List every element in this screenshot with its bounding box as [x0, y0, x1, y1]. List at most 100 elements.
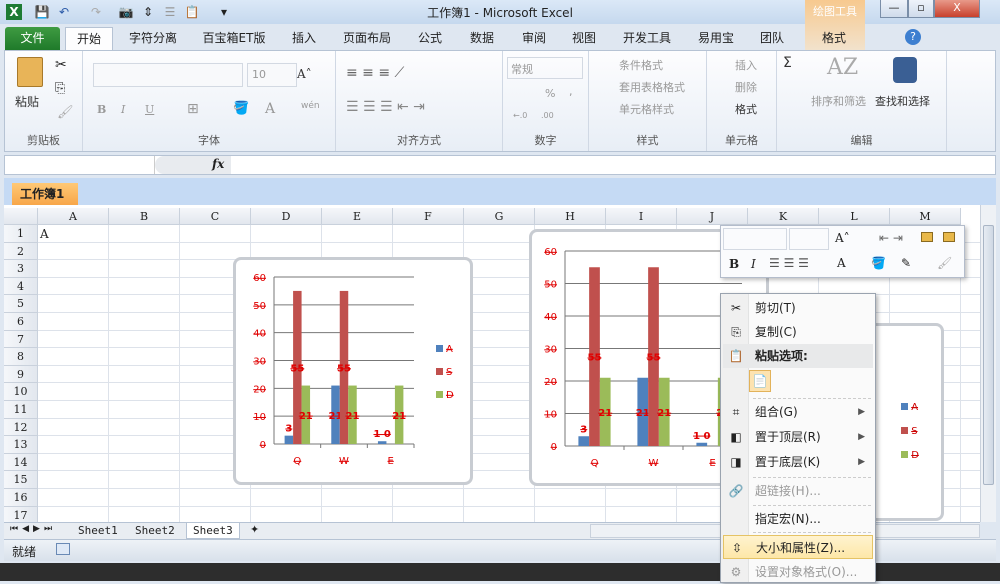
- column-header[interactable]: I: [606, 208, 677, 225]
- autosum-button[interactable]: Σ: [783, 55, 792, 71]
- sort-icon[interactable]: ⇕: [140, 4, 156, 20]
- column-header[interactable]: L: [819, 208, 890, 225]
- tab-team[interactable]: 团队: [752, 27, 792, 50]
- menu-item-cut[interactable]: ✂ 剪切(T): [723, 296, 873, 320]
- row-header[interactable]: 1: [4, 225, 38, 243]
- cut-icon[interactable]: ✂: [55, 57, 67, 73]
- comma-button[interactable]: ,: [569, 85, 573, 98]
- insert-sheet-icon[interactable]: ✦: [250, 523, 259, 536]
- insert-cells-button[interactable]: 插入: [735, 57, 757, 73]
- tab-developer[interactable]: 开发工具: [614, 27, 680, 50]
- underline-button[interactable]: U: [145, 103, 154, 116]
- mini-align-icons[interactable]: ☰ ☰ ☰: [769, 256, 809, 270]
- row-header[interactable]: 16: [4, 489, 38, 507]
- tab-char-split[interactable]: 字符分离: [120, 27, 186, 50]
- tab-format[interactable]: 格式: [806, 27, 862, 50]
- row-header[interactable]: 10: [4, 383, 38, 401]
- bold-button[interactable]: B: [97, 103, 106, 116]
- menu-item-assign-macro[interactable]: 指定宏(N)...: [723, 507, 873, 531]
- cell-styles-button[interactable]: 单元格样式: [619, 101, 674, 117]
- send-back-icon[interactable]: [943, 232, 955, 242]
- close-button[interactable]: X: [934, 0, 980, 18]
- row-header[interactable]: 2: [4, 242, 38, 261]
- tab-page-layout[interactable]: 页面布局: [336, 27, 398, 50]
- help-icon[interactable]: ?: [905, 29, 921, 45]
- mini-font-color[interactable]: A: [837, 256, 846, 270]
- sheet-tab-sheet3[interactable]: Sheet3: [186, 523, 240, 539]
- row-header[interactable]: 4: [4, 277, 38, 296]
- cell-a1[interactable]: A: [40, 227, 49, 241]
- border-icon[interactable]: ⊞: [187, 101, 199, 117]
- column-header[interactable]: E: [322, 208, 393, 225]
- format-painter-icon[interactable]: 🖌: [57, 105, 74, 120]
- menu-item-format-object[interactable]: ⚙ 设置对象格式(O)...: [723, 560, 873, 584]
- percent-button[interactable]: %: [545, 87, 555, 100]
- tab-toolbox[interactable]: 百宝箱ET版: [196, 27, 272, 50]
- grow-font-button[interactable]: A˄: [297, 67, 312, 81]
- phonetic-button[interactable]: wén: [301, 101, 320, 111]
- tab-file[interactable]: 文件: [5, 27, 60, 50]
- tab-easy[interactable]: 易用宝: [694, 27, 738, 50]
- menu-item-size-properties[interactable]: ⇳ 大小和属性(Z)...: [723, 535, 873, 559]
- decrease-decimal-button[interactable]: .00: [541, 111, 554, 120]
- row-header[interactable]: 12: [4, 418, 38, 437]
- row-header[interactable]: 9: [4, 365, 38, 384]
- row-header[interactable]: 11: [4, 401, 38, 419]
- paste-option-button[interactable]: 📄: [749, 370, 771, 392]
- row-header[interactable]: 5: [4, 295, 38, 313]
- restore-button[interactable]: ▫: [908, 0, 934, 18]
- row-header[interactable]: 6: [4, 313, 38, 331]
- copy-icon[interactable]: ⎘: [55, 81, 65, 96]
- paste-special-icon[interactable]: 📋: [184, 4, 200, 20]
- row-header[interactable]: 7: [4, 330, 38, 349]
- font-name-select[interactable]: [93, 63, 243, 87]
- italic-button[interactable]: I: [121, 103, 125, 116]
- mini-bold[interactable]: B: [729, 257, 739, 271]
- mini-fill-icon[interactable]: 🪣: [871, 256, 886, 270]
- scroll-thumb[interactable]: [983, 225, 994, 485]
- column-header[interactable]: D: [251, 208, 322, 225]
- sheet-tab-sheet2[interactable]: Sheet2: [129, 523, 181, 539]
- increase-decimal-button[interactable]: ←.0: [513, 111, 527, 120]
- mini-font-name[interactable]: [723, 228, 787, 250]
- menu-item-copy[interactable]: ⎘ 复制(C): [723, 320, 873, 344]
- menu-item-hyperlink[interactable]: 🔗 超链接(H)...: [723, 479, 873, 503]
- mini-italic[interactable]: I: [751, 257, 756, 271]
- insert-function-button[interactable]: fx: [212, 157, 224, 171]
- tab-review[interactable]: 审阅: [514, 27, 554, 50]
- camera-icon[interactable]: 📷: [118, 4, 134, 20]
- font-size-select[interactable]: 10: [247, 63, 297, 87]
- tab-view[interactable]: 视图: [566, 27, 602, 50]
- undo-icon[interactable]: ↶: [56, 4, 72, 20]
- column-header[interactable]: K: [748, 208, 819, 225]
- menu-item-send-to-back[interactable]: ◨ 置于底层(K) ▶: [723, 450, 873, 474]
- format-cells-button[interactable]: 格式: [735, 101, 757, 117]
- delete-cells-button[interactable]: 删除: [735, 79, 757, 95]
- mini-font-size[interactable]: [789, 228, 829, 250]
- tab-data[interactable]: 数据: [460, 27, 504, 50]
- workbook-tab[interactable]: 工作簿1: [12, 183, 78, 205]
- sheet-tab-sheet1[interactable]: Sheet1: [72, 523, 124, 539]
- format-as-table-button[interactable]: 套用表格格式: [619, 79, 685, 95]
- mini-grow-font[interactable]: A˄: [835, 231, 850, 245]
- save-icon[interactable]: 💾: [34, 4, 50, 20]
- number-format-select[interactable]: 常规: [507, 57, 583, 79]
- mini-indent-icons[interactable]: ⇤ ⇥: [879, 231, 903, 245]
- align-left-icon[interactable]: ☰ ☰ ☰ ⇤ ⇥: [346, 99, 425, 115]
- sheet-nav-arrows[interactable]: ⏮◀▶⏭: [10, 524, 56, 534]
- vertical-scrollbar[interactable]: [980, 205, 996, 522]
- column-header[interactable]: J: [677, 208, 748, 225]
- find-select-button[interactable]: 查找和选择: [875, 93, 930, 109]
- tab-insert[interactable]: 插入: [282, 27, 326, 50]
- menu-item-group[interactable]: ⌗ 组合(G) ▶: [723, 400, 873, 424]
- customize-qat-icon[interactable]: ▾: [216, 4, 232, 20]
- menu-item-bring-to-front[interactable]: ◧ 置于顶层(R) ▶: [723, 425, 873, 449]
- row-header[interactable]: 14: [4, 453, 38, 472]
- chart-1[interactable]: 0 10 20 30 40 50 60 Q 3 55 21 W 21 55 21 E 1 0 21 A S D: [233, 257, 473, 485]
- formula-input[interactable]: [233, 156, 993, 174]
- sort-filter-button[interactable]: 排序和筛选: [811, 93, 866, 109]
- row-header[interactable]: 17: [4, 506, 38, 522]
- bring-front-icon[interactable]: [921, 232, 933, 242]
- name-box[interactable]: [5, 156, 155, 174]
- conditional-format-button[interactable]: 条件格式: [619, 57, 663, 73]
